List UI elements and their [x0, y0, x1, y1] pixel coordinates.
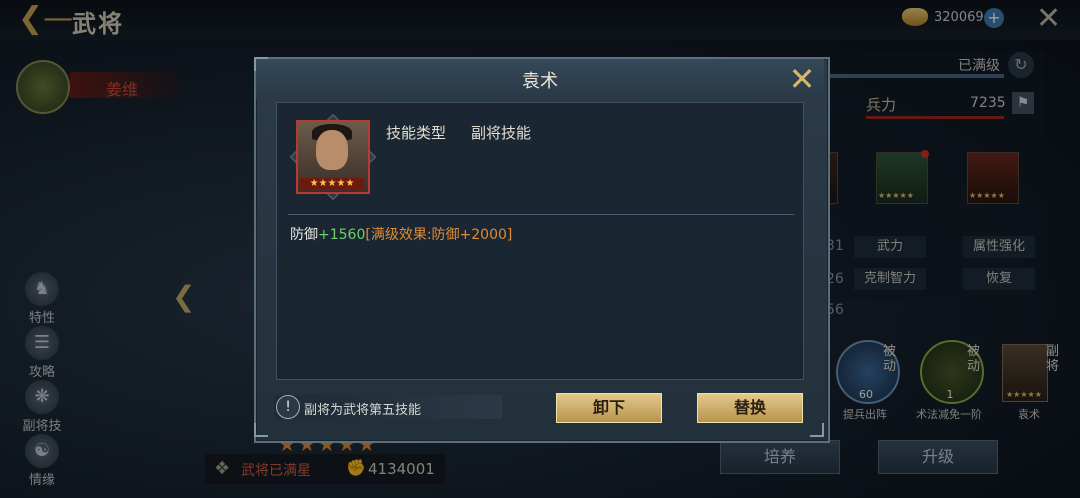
skill-type-label: 技能类型 [386, 124, 447, 142]
corner-ornament [254, 423, 268, 437]
effect-bonus: +1560 [318, 227, 366, 243]
divider [288, 214, 794, 215]
exclamation-icon: ! [276, 395, 300, 419]
portrait-stars: ★★★★★ [300, 178, 364, 189]
skill-effect-line: 防御+1560[满级效果:防御+2000] [290, 224, 512, 244]
modal-title: 袁术 [522, 71, 558, 92]
modal-close-icon[interactable]: ✕ [786, 63, 818, 95]
corner-ornament [810, 423, 824, 437]
skill-type-value: 副将技能 [471, 124, 532, 142]
effect-base: 防御 [290, 227, 318, 243]
portrait-face [316, 130, 348, 170]
effect-max-level: [满级效果:防御+2000] [365, 227, 513, 243]
replace-button[interactable]: 替换 [697, 393, 803, 423]
tip-text: 副将为武将第五技能 [304, 403, 422, 418]
unequip-button[interactable]: 卸下 [556, 393, 662, 423]
